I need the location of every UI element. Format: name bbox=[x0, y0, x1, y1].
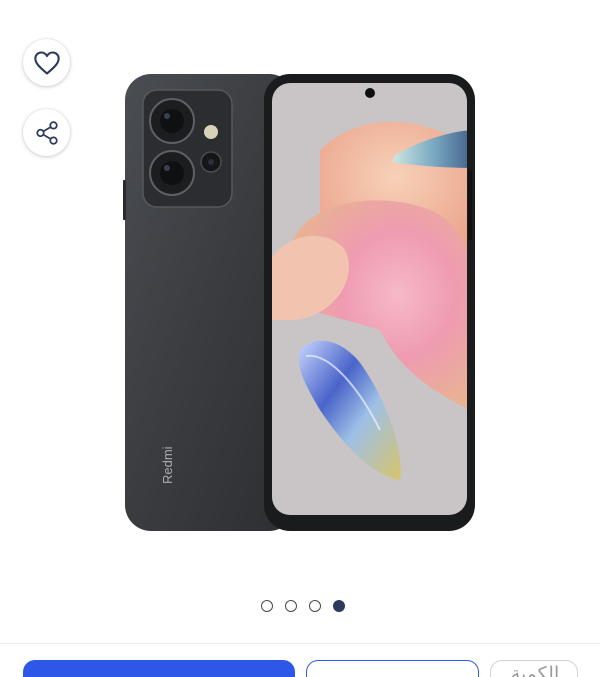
buy-now-button[interactable] bbox=[23, 660, 295, 677]
product-image: Redmi bbox=[123, 74, 475, 531]
quantity-selector[interactable]: الكمية bbox=[490, 660, 578, 677]
gallery-dot-4[interactable] bbox=[332, 600, 345, 612]
bottom-action-bar: الكمية bbox=[0, 643, 600, 677]
product-image-gallery[interactable]: Redmi bbox=[0, 0, 600, 580]
quantity-label: الكمية bbox=[510, 663, 560, 677]
share-button[interactable] bbox=[23, 109, 70, 156]
favorite-button[interactable] bbox=[23, 39, 70, 86]
gallery-pagination bbox=[0, 600, 600, 612]
gallery-dot-2[interactable] bbox=[284, 600, 297, 612]
heart-icon bbox=[33, 50, 60, 75]
share-icon bbox=[35, 120, 58, 145]
gallery-dot-3[interactable] bbox=[308, 600, 321, 612]
brand-mark: Redmi bbox=[160, 446, 175, 484]
add-to-cart-button[interactable] bbox=[306, 660, 479, 677]
gallery-dot-1[interactable] bbox=[260, 600, 273, 612]
